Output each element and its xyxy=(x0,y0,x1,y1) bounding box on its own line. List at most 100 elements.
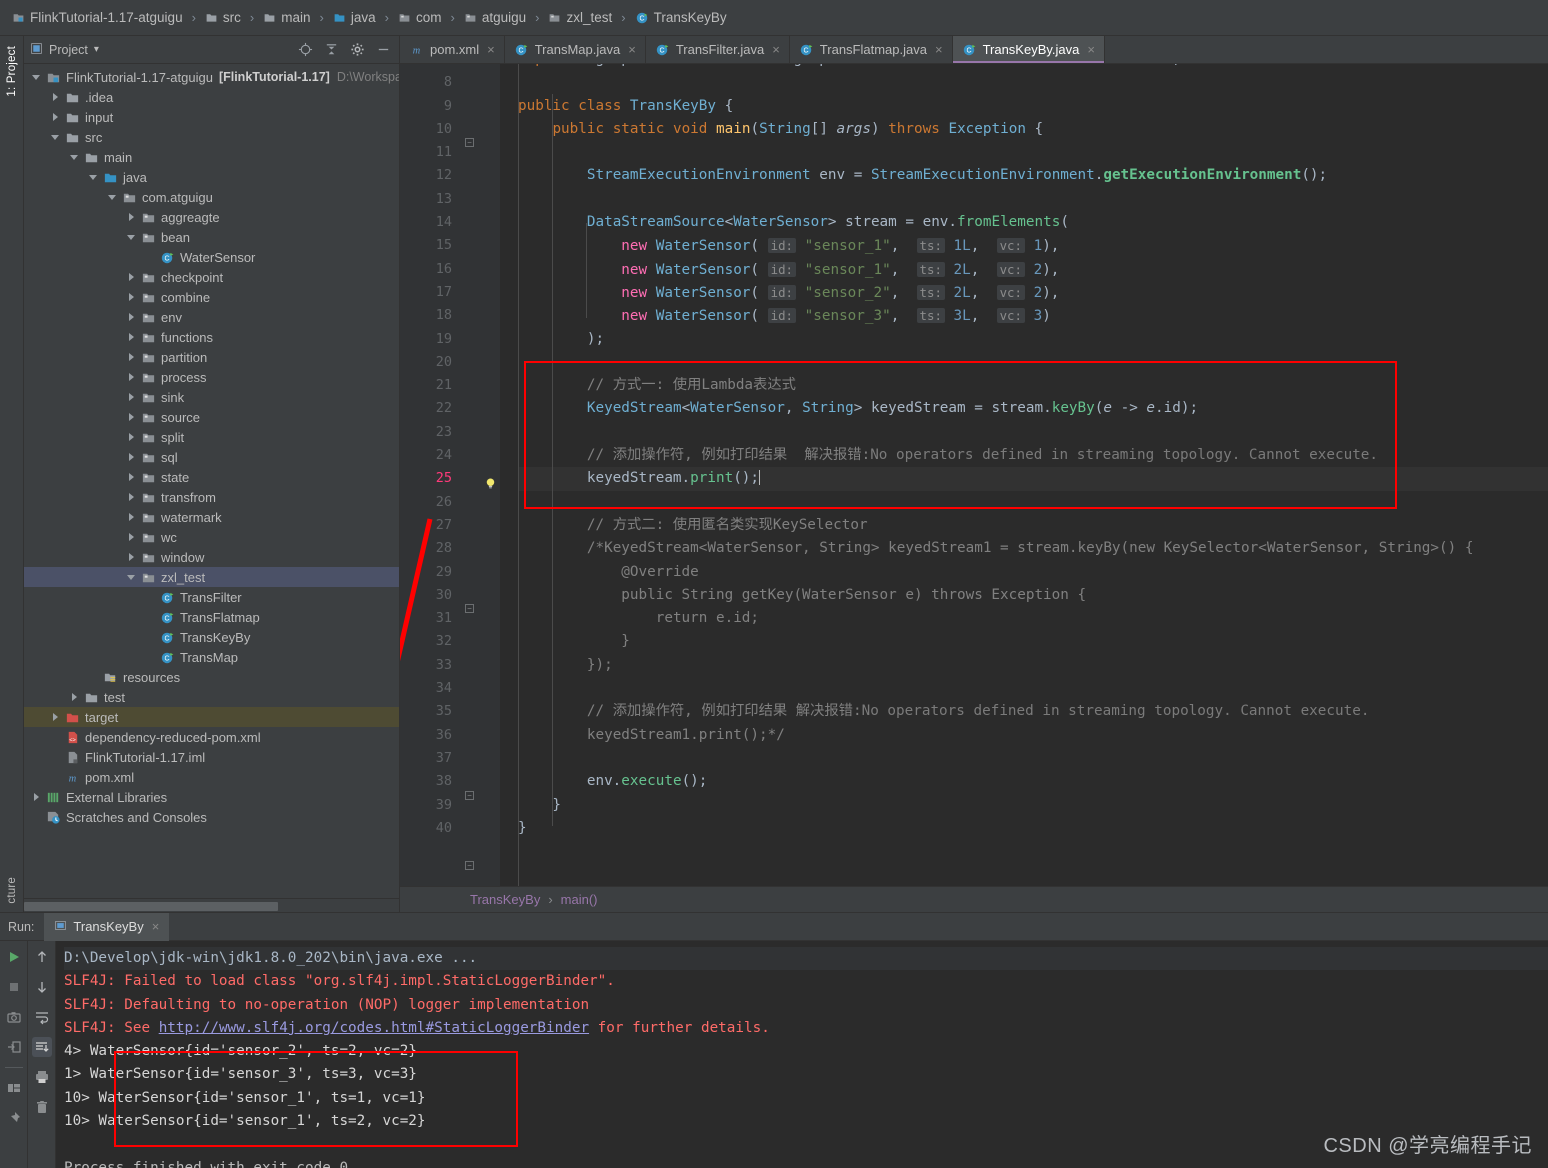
editor-tab-transflatmap-java[interactable]: C TransFlatmap.java × xyxy=(790,36,953,63)
chevron-right-icon[interactable] xyxy=(123,509,139,525)
chevron-right-icon[interactable] xyxy=(28,789,44,805)
tree-node-state[interactable]: state xyxy=(24,467,399,487)
chevron-right-icon[interactable] xyxy=(123,429,139,445)
breadcrumb-item-zxl-test[interactable]: zxl_test xyxy=(546,10,614,25)
chevron-down-icon[interactable] xyxy=(28,69,44,85)
locate-icon[interactable] xyxy=(295,40,315,60)
down-arrow-icon[interactable] xyxy=(32,977,52,997)
up-arrow-icon[interactable] xyxy=(32,947,52,967)
close-icon[interactable]: × xyxy=(487,42,495,57)
fold-marker[interactable]: − xyxy=(465,604,474,613)
tree-node-wc[interactable]: wc xyxy=(24,527,399,547)
intention-gutter[interactable] xyxy=(480,64,500,886)
chevron-right-icon[interactable] xyxy=(123,369,139,385)
chevron-right-icon[interactable] xyxy=(66,689,82,705)
chevron-right-icon[interactable] xyxy=(123,389,139,405)
tool-window-tab-structure[interactable]: cture xyxy=(6,873,18,908)
chevron-right-icon[interactable] xyxy=(123,289,139,305)
stop-icon[interactable] xyxy=(4,977,24,997)
project-panel-title[interactable]: Project ▾ xyxy=(30,42,99,58)
tree-node-java[interactable]: java xyxy=(24,167,399,187)
chevron-right-icon[interactable] xyxy=(47,709,63,725)
print-icon[interactable] xyxy=(32,1067,52,1087)
editor-tab-pom-xml[interactable]: m pom.xml × xyxy=(400,36,505,63)
trash-icon[interactable] xyxy=(32,1097,52,1117)
tree-node-com-atguigu[interactable]: com.atguigu xyxy=(24,187,399,207)
chevron-down-icon[interactable] xyxy=(123,569,139,585)
tree-node-dependency-reduced-pom-xml[interactable]: <> dependency-reduced-pom.xml xyxy=(24,727,399,747)
tool-window-tab-project[interactable]: 1: Project xyxy=(6,42,18,101)
chevron-right-icon[interactable] xyxy=(123,329,139,345)
project-panel-horizontal-scrollbar[interactable] xyxy=(24,898,399,912)
tree-node-flinktutorial-1-17-atguigu[interactable]: FlinkTutorial-1.17-atguigu [FlinkTutorial… xyxy=(24,67,399,87)
editor-tab-transfilter-java[interactable]: C TransFilter.java × xyxy=(646,36,790,63)
breadcrumb-item-class[interactable]: C TransKeyBy xyxy=(633,10,729,25)
tree-node-transflatmap[interactable]: C TransFlatmap xyxy=(24,607,399,627)
close-icon[interactable]: × xyxy=(772,42,780,57)
chevron-right-icon[interactable] xyxy=(123,309,139,325)
tree-node-env[interactable]: env xyxy=(24,307,399,327)
tree-node-src[interactable]: src xyxy=(24,127,399,147)
chevron-down-icon[interactable] xyxy=(85,169,101,185)
editor-tab-transmap-java[interactable]: C TransMap.java × xyxy=(505,36,646,63)
tree-node-pom-xml[interactable]: m pom.xml xyxy=(24,767,399,787)
chevron-right-icon[interactable] xyxy=(123,269,139,285)
tree-node-target[interactable]: target xyxy=(24,707,399,727)
close-icon[interactable]: × xyxy=(935,42,943,57)
soft-wrap-icon[interactable] xyxy=(32,1007,52,1027)
chevron-right-icon[interactable] xyxy=(123,549,139,565)
breadcrumb-class[interactable]: TransKeyBy xyxy=(470,892,540,907)
tree-node-flinktutorial-1-17-iml[interactable]: FlinkTutorial-1.17.iml xyxy=(24,747,399,767)
fold-marker[interactable]: − xyxy=(465,861,474,870)
tree-node-test[interactable]: test xyxy=(24,687,399,707)
tree-node-process[interactable]: process xyxy=(24,367,399,387)
tree-node-split[interactable]: split xyxy=(24,427,399,447)
tree-node-input[interactable]: input xyxy=(24,107,399,127)
chevron-down-icon[interactable] xyxy=(104,189,120,205)
breadcrumb-item-atguigu[interactable]: atguigu xyxy=(462,10,528,25)
breadcrumb-item-com[interactable]: com xyxy=(396,10,444,25)
tree-node-zxl-test[interactable]: zxl_test xyxy=(24,567,399,587)
scroll-to-end-icon[interactable] xyxy=(31,1037,52,1057)
project-tree[interactable]: FlinkTutorial-1.17-atguigu [FlinkTutorial… xyxy=(24,64,399,898)
run-configuration-tab[interactable]: TransKeyBy × xyxy=(44,912,170,941)
chevron-right-icon[interactable] xyxy=(47,89,63,105)
tree-node-combine[interactable]: combine xyxy=(24,287,399,307)
pin-icon[interactable] xyxy=(4,1108,24,1128)
chevron-down-icon[interactable] xyxy=(123,229,139,245)
tree-node-aggreagte[interactable]: aggreagte xyxy=(24,207,399,227)
chevron-down-icon[interactable] xyxy=(47,129,63,145)
breadcrumb-item-src[interactable]: src xyxy=(203,10,243,25)
tree-node-resources[interactable]: resources xyxy=(24,667,399,687)
layout-icon[interactable] xyxy=(4,1078,24,1098)
scrollbar-thumb[interactable] xyxy=(24,902,278,911)
run-icon[interactable] xyxy=(4,947,24,967)
tree-node-transmap[interactable]: C TransMap xyxy=(24,647,399,667)
tree-node-checkpoint[interactable]: checkpoint xyxy=(24,267,399,287)
chevron-right-icon[interactable] xyxy=(47,109,63,125)
tree-node-transfilter[interactable]: C TransFilter xyxy=(24,587,399,607)
tree-node-bean[interactable]: bean xyxy=(24,227,399,247)
tree-node-sql[interactable]: sql xyxy=(24,447,399,467)
tree-node-functions[interactable]: functions xyxy=(24,327,399,347)
editor-tab-transkeyby-java[interactable]: C TransKeyBy.java × xyxy=(952,36,1105,63)
tree-node-watermark[interactable]: watermark xyxy=(24,507,399,527)
fold-marker[interactable]: − xyxy=(465,791,474,800)
breadcrumb-item-main[interactable]: main xyxy=(261,10,312,25)
tree-node-main[interactable]: main xyxy=(24,147,399,167)
tree-node-watersensor[interactable]: C WaterSensor xyxy=(24,247,399,267)
gear-icon[interactable] xyxy=(347,40,367,60)
breadcrumb-item-project[interactable]: FlinkTutorial-1.17-atguigu xyxy=(10,10,185,25)
collapse-all-icon[interactable] xyxy=(321,40,341,60)
chevron-right-icon[interactable] xyxy=(123,449,139,465)
chevron-down-icon[interactable]: ▾ xyxy=(94,44,99,55)
tree-node-partition[interactable]: partition xyxy=(24,347,399,367)
code-folding-gutter[interactable]: − − − − xyxy=(460,64,480,886)
source-code[interactable]: import org.apache.flink.streaming.api.en… xyxy=(500,64,1548,886)
hide-panel-icon[interactable] xyxy=(373,40,393,60)
chevron-right-icon[interactable] xyxy=(123,529,139,545)
tree-node-idea[interactable]: .idea xyxy=(24,87,399,107)
tree-node-scratches-and-consoles[interactable]: Scratches and Consoles xyxy=(24,807,399,827)
chevron-right-icon[interactable] xyxy=(123,209,139,225)
export-icon[interactable] xyxy=(4,1037,24,1057)
